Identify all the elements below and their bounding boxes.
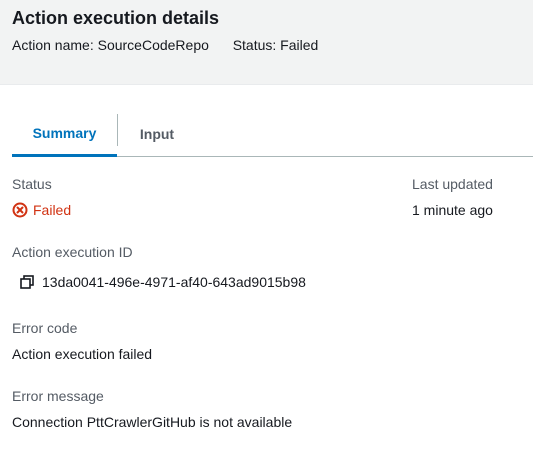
- last-updated-value: 1 minute ago: [412, 202, 493, 218]
- execution-id-label: Action execution ID: [12, 244, 133, 260]
- execution-id-row: 13da0041-496e-4971-af40-643ad9015b98: [20, 274, 306, 290]
- execution-id-value: 13da0041-496e-4971-af40-643ad9015b98: [42, 274, 306, 290]
- action-name-value: SourceCodeRepo: [97, 37, 209, 53]
- copy-icon[interactable]: [20, 275, 34, 289]
- page-title: Action execution details: [12, 8, 220, 28]
- status-label: Status: [12, 176, 52, 192]
- tab-summary[interactable]: Summary: [12, 112, 117, 157]
- error-code-value: Action execution failed: [12, 346, 153, 362]
- status-value: Failed: [33, 202, 72, 218]
- tab-bar: Summary Input: [12, 112, 533, 157]
- error-message-label: Error message: [12, 388, 104, 404]
- error-circle-x-icon: [12, 202, 28, 218]
- header-status-value: Failed: [280, 37, 319, 53]
- status-indicator: Failed: [12, 202, 71, 218]
- action-name-label: Action name:: [12, 37, 94, 53]
- last-updated-label: Last updated: [412, 176, 493, 192]
- header-meta: Action name: SourceCodeRepo Status: Fail…: [12, 37, 318, 53]
- tab-input[interactable]: Input: [118, 112, 196, 156]
- error-message-value: Connection PttCrawlerGitHub is not avail…: [12, 414, 293, 430]
- page-header: Action execution details Action name: So…: [0, 0, 533, 85]
- error-code-label: Error code: [12, 320, 78, 336]
- header-status-label: Status:: [232, 37, 277, 53]
